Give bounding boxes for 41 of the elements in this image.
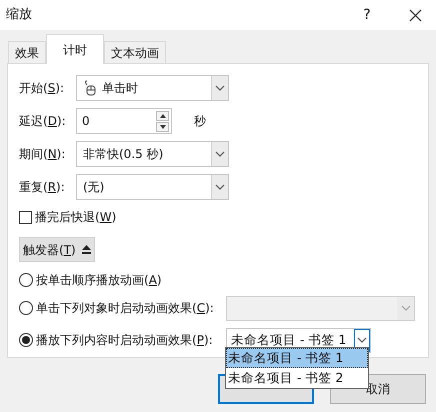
radio-button[interactable]	[19, 273, 33, 287]
dropdown-value: 非常快(0.5 秒)	[83, 146, 164, 163]
triggers-button[interactable]: 触发器(T)	[19, 237, 95, 262]
mouse-icon	[82, 80, 96, 96]
number-value: 0	[82, 113, 91, 130]
chevron-down-icon	[215, 85, 225, 91]
dropdown[interactable]: (无)	[76, 174, 229, 200]
field-label: 延迟(D):	[19, 113, 67, 130]
dropdown[interactable]: 非常快(0.5 秒)	[76, 141, 229, 167]
triangle-down-icon	[158, 124, 166, 130]
field-label: 开始(S):	[19, 80, 66, 97]
chevron-down-icon	[215, 151, 225, 157]
tab[interactable]: 计时	[46, 34, 104, 64]
radio-label: 按单击顺序播放动画(A)	[36, 272, 163, 289]
help-button[interactable]: ?	[352, 3, 382, 27]
window-title: 缩放	[6, 6, 32, 24]
unit-label: 秒	[194, 113, 206, 130]
collapse-icon	[82, 244, 91, 254]
radio-button[interactable]	[19, 333, 33, 347]
spin-down-button[interactable]	[156, 122, 169, 132]
dropdown-value: 未命名项目 - 书签 1	[231, 330, 348, 349]
dropdown-value: (无)	[83, 179, 106, 196]
tab[interactable]: 效果	[8, 41, 46, 63]
chevron-down-icon	[357, 337, 367, 343]
close-icon	[408, 8, 422, 22]
triangle-up-icon	[158, 112, 166, 118]
chevron-down-icon	[400, 305, 410, 311]
dropdown-option[interactable]: 未命名项目 - 书签 1	[226, 348, 368, 368]
field-label: 期间(N):	[19, 146, 66, 163]
checkbox-label: 播完后快退(W)	[35, 209, 116, 226]
number-field[interactable]: 0	[76, 108, 172, 134]
spin-up-button[interactable]	[156, 110, 169, 120]
field-label: 重复(R):	[19, 179, 66, 196]
radio-button[interactable]	[19, 301, 33, 315]
checkbox[interactable]	[19, 210, 32, 224]
radio-label: 播放下列内容时启动动画效果(P):	[36, 332, 214, 349]
radio-label: 单击下列对象时启动动画效果(C):	[36, 300, 215, 317]
tab[interactable]: 文本动画	[104, 41, 166, 63]
dropdown-value: 单击时	[102, 80, 139, 97]
chevron-down-icon	[215, 184, 225, 190]
dropdown[interactable]: 单击时	[76, 75, 229, 101]
